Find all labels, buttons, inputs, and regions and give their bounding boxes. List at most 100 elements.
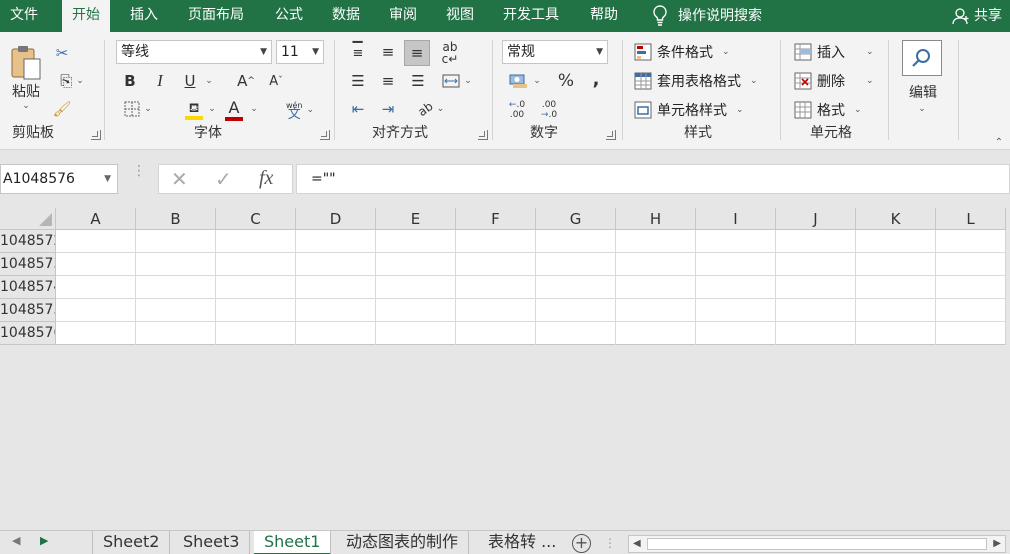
scroll-tabs-left-icon[interactable]: ◀ (12, 534, 20, 547)
add-sheet-icon[interactable]: + (572, 534, 591, 553)
row-header[interactable]: 1048572 (0, 230, 56, 253)
decrease-indent-button[interactable]: ⇤ (346, 98, 370, 120)
cancel-icon[interactable]: ✕ (171, 167, 188, 191)
sheet-tab-active[interactable]: Sheet1 (254, 531, 332, 554)
column-header-d[interactable]: D (296, 208, 376, 230)
scroll-tabs-right-icon[interactable]: ▶ (40, 534, 48, 547)
tab-view[interactable]: 视图 (436, 0, 484, 32)
increase-indent-button[interactable]: ⇥ (376, 98, 400, 120)
share-button[interactable]: 共享 (952, 0, 1002, 32)
cell-area[interactable] (56, 230, 1006, 345)
number-launcher-icon[interactable] (606, 130, 616, 140)
format-cells-button[interactable]: 格式 ⌄ (794, 100, 862, 120)
column-header-k[interactable]: K (856, 208, 936, 230)
column-header-e[interactable]: E (376, 208, 456, 230)
font-name-select[interactable]: 等线 ▼ (116, 40, 272, 64)
find-button[interactable] (902, 40, 942, 76)
sheet-tab[interactable]: 表格转 ... (478, 531, 566, 554)
font-color-button[interactable]: A (224, 96, 244, 124)
insert-function-icon[interactable]: fx (259, 167, 273, 190)
collapse-ribbon-button[interactable]: ⌃ (992, 136, 1006, 148)
column-header-b[interactable]: B (136, 208, 216, 230)
italic-button[interactable]: I (150, 70, 170, 92)
wrap-text-button[interactable]: ab c↵ (438, 40, 462, 66)
font-launcher-icon[interactable] (320, 130, 330, 140)
align-center-button[interactable]: ≡ (376, 70, 400, 92)
tab-file[interactable]: 文件 (0, 0, 48, 32)
tab-split-grip-icon[interactable]: ⋮ (604, 536, 616, 550)
column-header-i[interactable]: I (696, 208, 776, 230)
conditional-formatting-button[interactable]: 条件格式 ⌄ (634, 42, 730, 62)
column-header-j[interactable]: J (776, 208, 856, 230)
cell-styles-button[interactable]: 单元格样式 ⌄ (634, 100, 744, 120)
column-header-c[interactable]: C (216, 208, 296, 230)
tab-review[interactable]: 审阅 (379, 0, 427, 32)
scroll-left-icon[interactable]: ◀ (633, 536, 641, 552)
shrink-font-button[interactable]: Aˇ (266, 70, 286, 92)
orientation-button[interactable]: ab ⌄ (412, 98, 450, 120)
percent-button[interactable]: % (556, 70, 576, 92)
sheet-tab[interactable]: 动态图表的制作 (336, 531, 470, 554)
align-left-icon: ☰ (351, 72, 365, 90)
select-all-button[interactable] (0, 208, 56, 230)
bold-button[interactable]: B (120, 70, 140, 92)
align-top-button[interactable]: ▔ ≡ (346, 40, 370, 64)
align-middle-button[interactable]: ≡ (376, 40, 400, 64)
tell-me-search[interactable]: 操作说明搜索 (652, 0, 762, 32)
column-header-a[interactable]: A (56, 208, 136, 230)
increase-decimal-button[interactable]: ←.0.00 (504, 98, 530, 122)
row-header[interactable]: 1048575 (0, 299, 56, 322)
enter-check-icon[interactable]: ✓ (215, 167, 232, 191)
clipboard-launcher-icon[interactable] (91, 130, 101, 140)
column-header-l[interactable]: L (936, 208, 1006, 230)
name-box[interactable]: A1048576 ▼ (0, 164, 118, 194)
tab-insert[interactable]: 插入 (120, 0, 168, 32)
insert-cells-button[interactable]: 插入 ⌄ (794, 42, 874, 62)
grow-font-button[interactable]: A ^ (236, 70, 256, 92)
number-format-select[interactable]: 常规 ▼ (502, 40, 608, 64)
font-size-select[interactable]: 11 ▼ (276, 40, 324, 64)
wrap-text-icon: ab c↵ (441, 40, 459, 66)
row-header[interactable]: 1048574 (0, 276, 56, 299)
tab-formulas[interactable]: 公式 (265, 0, 313, 32)
editing-label[interactable]: 编辑 (896, 82, 950, 102)
format-painter-button[interactable]: 🖌 (52, 98, 72, 120)
align-left-button[interactable]: ☰ (346, 70, 370, 92)
tab-developer[interactable]: 开发工具 (493, 0, 569, 32)
tab-data[interactable]: 数据 (322, 0, 370, 32)
format-as-table-button[interactable]: 套用表格格式 ⌄ (634, 71, 758, 91)
scrollbar-thumb[interactable] (647, 538, 987, 550)
tab-home[interactable]: 开始 (62, 0, 110, 32)
merge-center-button[interactable]: ⌄ (436, 70, 478, 92)
sheet-tab[interactable]: Sheet2 (92, 531, 171, 554)
align-bottom-button[interactable]: ≡ (404, 40, 430, 66)
accounting-format-button[interactable]: ⌄ (504, 70, 546, 92)
alignment-launcher-icon[interactable] (478, 130, 488, 140)
underline-button[interactable]: U (180, 70, 200, 92)
formula-bar-grip-icon[interactable]: ⋮ (132, 164, 146, 178)
font-color-dropdown[interactable]: ⌄ (248, 98, 260, 120)
comma-button[interactable]: , (586, 68, 606, 90)
copy-button[interactable]: ⎘ ⌄ (52, 70, 92, 92)
horizontal-scrollbar[interactable]: ◀ ▶ (628, 535, 1006, 553)
decrease-decimal-button[interactable]: .00 →.0 (536, 98, 562, 122)
row-header[interactable]: 1048573 (0, 253, 56, 276)
sheet-tab[interactable]: Sheet3 (173, 531, 251, 554)
delete-cells-button[interactable]: 删除 ⌄ (794, 71, 874, 91)
phonetic-button[interactable]: wén 文 ⌄ (280, 96, 320, 124)
tab-page-layout[interactable]: 页面布局 (178, 0, 254, 32)
underline-dropdown[interactable]: ⌄ (202, 70, 216, 92)
column-header-f[interactable]: F (456, 208, 536, 230)
fill-color-dropdown[interactable]: ⌄ (206, 98, 218, 120)
column-header-g[interactable]: G (536, 208, 616, 230)
editing-dropdown[interactable]: ⌄ (914, 102, 930, 116)
row-header[interactable]: 1048576 (0, 322, 56, 345)
paste-button[interactable]: 粘贴 ⌄ (6, 42, 46, 114)
tab-help[interactable]: 帮助 (580, 0, 628, 32)
align-right-button[interactable]: ☰ (406, 70, 430, 92)
cut-button[interactable]: ✂ (52, 42, 72, 64)
scroll-right-icon[interactable]: ▶ (993, 536, 1001, 552)
borders-button[interactable]: ⌄ (118, 98, 158, 120)
formula-input[interactable]: ="" (296, 164, 1010, 194)
column-header-h[interactable]: H (616, 208, 696, 230)
